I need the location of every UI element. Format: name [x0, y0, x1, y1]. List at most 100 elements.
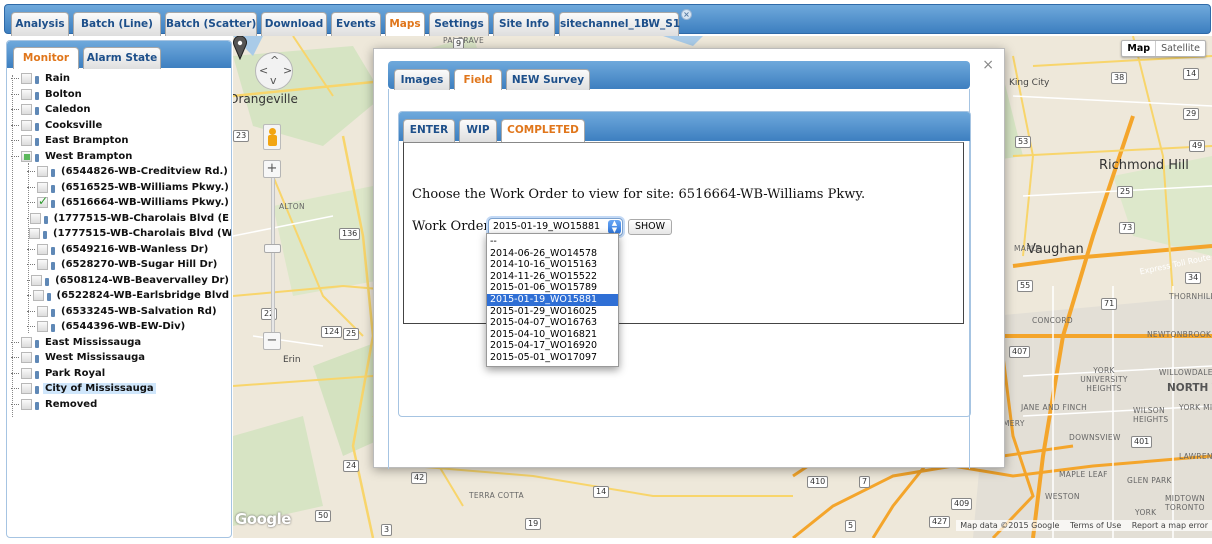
tree-group-item[interactable]: Cooksville [11, 118, 231, 134]
tree-group-item[interactable]: West Brampton [11, 149, 231, 165]
tab-enter[interactable]: ENTER [403, 119, 455, 142]
checkbox-icon[interactable] [21, 73, 32, 85]
checkbox-icon[interactable] [37, 166, 48, 178]
tree-group-item[interactable]: Removed [11, 397, 231, 413]
work-order-option[interactable]: 2014-11-26_WO15522 [487, 271, 618, 283]
checkbox-icon[interactable] [21, 367, 32, 379]
checkbox-icon[interactable] [37, 305, 48, 317]
close-tab-icon[interactable]: × [681, 9, 692, 20]
tab-download[interactable]: Download [261, 12, 327, 36]
tree-site-item[interactable]: (6508124-WB-Beavervalley Dr) [11, 273, 231, 289]
tab-batch-scatter[interactable]: Batch (Scatter) [165, 12, 257, 36]
site-icon [50, 259, 56, 271]
tab-site-info[interactable]: Site Info [493, 12, 555, 36]
tree-site-item[interactable]: (6549216-WB-Wanless Dr) [11, 242, 231, 258]
work-order-option[interactable]: 2015-05-01_WO17097 [487, 352, 618, 364]
tree-item-label: Cooksville [45, 119, 103, 131]
checkbox-icon[interactable] [37, 321, 48, 333]
tree-group-item[interactable]: Rain [11, 71, 231, 87]
tab-images[interactable]: Images [394, 69, 450, 90]
show-button[interactable]: SHOW [628, 219, 673, 235]
pan-right-icon[interactable]: > [283, 64, 292, 77]
tab-monitor[interactable]: Monitor [13, 47, 79, 69]
pan-up-icon[interactable]: ^ [270, 54, 279, 67]
checkbox-icon[interactable] [37, 243, 48, 255]
pan-left-icon[interactable]: < [259, 64, 268, 77]
work-order-option[interactable]: 2015-04-10_WO16821 [487, 329, 618, 341]
work-order-option[interactable]: 2015-01-19_WO15881 [487, 293, 618, 306]
tree-site-item[interactable]: (6544826-WB-Creditview Rd.) [11, 164, 231, 180]
checkbox-icon[interactable] [21, 383, 32, 395]
work-order-option[interactable]: 2015-04-07_WO16763 [487, 317, 618, 329]
zoom-in-button[interactable]: + [263, 160, 281, 178]
route-shield: 73 [1119, 222, 1136, 234]
tab-maps[interactable]: Maps [385, 12, 425, 37]
checkbox-icon[interactable] [21, 119, 32, 131]
work-order-option[interactable]: 2015-01-06_WO15789 [487, 282, 618, 294]
checkbox-icon[interactable] [21, 336, 32, 348]
checkbox-icon[interactable] [37, 181, 48, 193]
tree-site-item[interactable]: (6522824-WB-Earlsbridge Blvd [11, 288, 231, 304]
checkbox-icon[interactable] [21, 398, 32, 410]
checkbox-icon[interactable] [29, 228, 40, 240]
tab-analysis[interactable]: Analysis [11, 12, 69, 36]
report-error-link[interactable]: Report a map error [1132, 521, 1208, 530]
work-order-option[interactable]: 2015-04-17_WO16920 [487, 340, 618, 352]
work-order-option[interactable]: 2014-10-16_WO15163 [487, 259, 618, 271]
tree-site-item[interactable]: (6528270-WB-Sugar Hill Dr) [11, 257, 231, 273]
tab-wip[interactable]: WIP [459, 119, 497, 142]
tab-completed[interactable]: COMPLETED [501, 119, 585, 142]
work-order-option[interactable]: -- [487, 236, 618, 248]
map-type-map-button[interactable]: Map [1122, 41, 1157, 56]
terms-link[interactable]: Terms of Use [1070, 521, 1121, 530]
checkbox-icon[interactable] [32, 290, 44, 302]
tree-group-item[interactable]: Park Royal [11, 366, 231, 382]
map-type-satellite-button[interactable]: Satellite [1156, 41, 1205, 56]
map-marker-icon[interactable] [233, 36, 247, 60]
checkbox-icon[interactable] [21, 104, 32, 116]
tree-group-item[interactable]: East Brampton [11, 133, 231, 149]
tree-group-item[interactable]: City of Mississauga [11, 381, 231, 397]
work-order-option[interactable]: 2014-06-26_WO14578 [487, 248, 618, 260]
tree-site-item[interactable]: (1777515-WB-Charolais Blvd (E [11, 211, 231, 227]
tree-site-item[interactable]: (1777515-WB-Charolais Blvd (W [11, 226, 231, 242]
tab-settings[interactable]: Settings [429, 12, 489, 36]
tab-sitechannel[interactable]: sitechannel_1BW_S1 × [559, 9, 692, 36]
pan-control[interactable]: ^ < > v [255, 52, 293, 90]
tab-batch-line[interactable]: Batch (Line) [73, 12, 161, 36]
work-order-option[interactable]: 2015-01-29_WO16025 [487, 306, 618, 318]
checkbox-icon[interactable] [21, 150, 32, 162]
tree-group-item[interactable]: Bolton [11, 87, 231, 103]
map-type-control[interactable]: Map Satellite [1121, 40, 1206, 57]
tree-group-item[interactable]: Caledon [11, 102, 231, 118]
pan-down-icon[interactable]: v [270, 74, 277, 87]
checkbox-icon[interactable] [37, 259, 48, 271]
zoom-slider-handle[interactable] [264, 244, 281, 253]
checkbox-icon[interactable] [31, 274, 43, 286]
tab-new-survey[interactable]: NEW Survey [506, 69, 590, 90]
tab-alarm-state[interactable]: Alarm State [83, 47, 161, 69]
tree-site-item[interactable]: (6516664-WB-Williams Pkwy.) [11, 194, 231, 211]
checkbox-icon[interactable] [21, 88, 32, 100]
zoom-out-button[interactable]: − [263, 332, 281, 350]
checkbox-icon[interactable] [37, 194, 48, 209]
tree-site-item[interactable]: (6544396-WB-EW-Div) [11, 319, 231, 335]
map-label-lawrence: LAWREN [1179, 452, 1212, 461]
street-view-pegman-icon[interactable] [263, 124, 281, 150]
tree-site-item[interactable]: (6516525-WB-Williams Pkwy.) [11, 180, 231, 196]
zoom-slider-track[interactable] [271, 176, 275, 336]
work-order-prompt: Choose the Work Order to view for site: … [412, 187, 866, 202]
tree-group-item[interactable]: West Mississauga [11, 350, 231, 366]
route-shield: 401 [1131, 436, 1153, 448]
tree-group-item[interactable]: East Mississauga [11, 335, 231, 351]
tree-item-label: Park Royal [45, 367, 106, 379]
tab-events[interactable]: Events [331, 12, 381, 36]
map-data-text: Map data ©2015 Google [960, 521, 1060, 530]
checkbox-icon[interactable] [21, 352, 32, 364]
checkbox-icon[interactable] [29, 212, 41, 224]
close-icon[interactable]: × [982, 57, 994, 73]
tree-site-item[interactable]: (6533245-WB-Salvation Rd) [11, 304, 231, 320]
checkbox-icon[interactable] [21, 135, 32, 147]
site-icon [42, 228, 48, 240]
tab-field[interactable]: Field [454, 69, 502, 90]
